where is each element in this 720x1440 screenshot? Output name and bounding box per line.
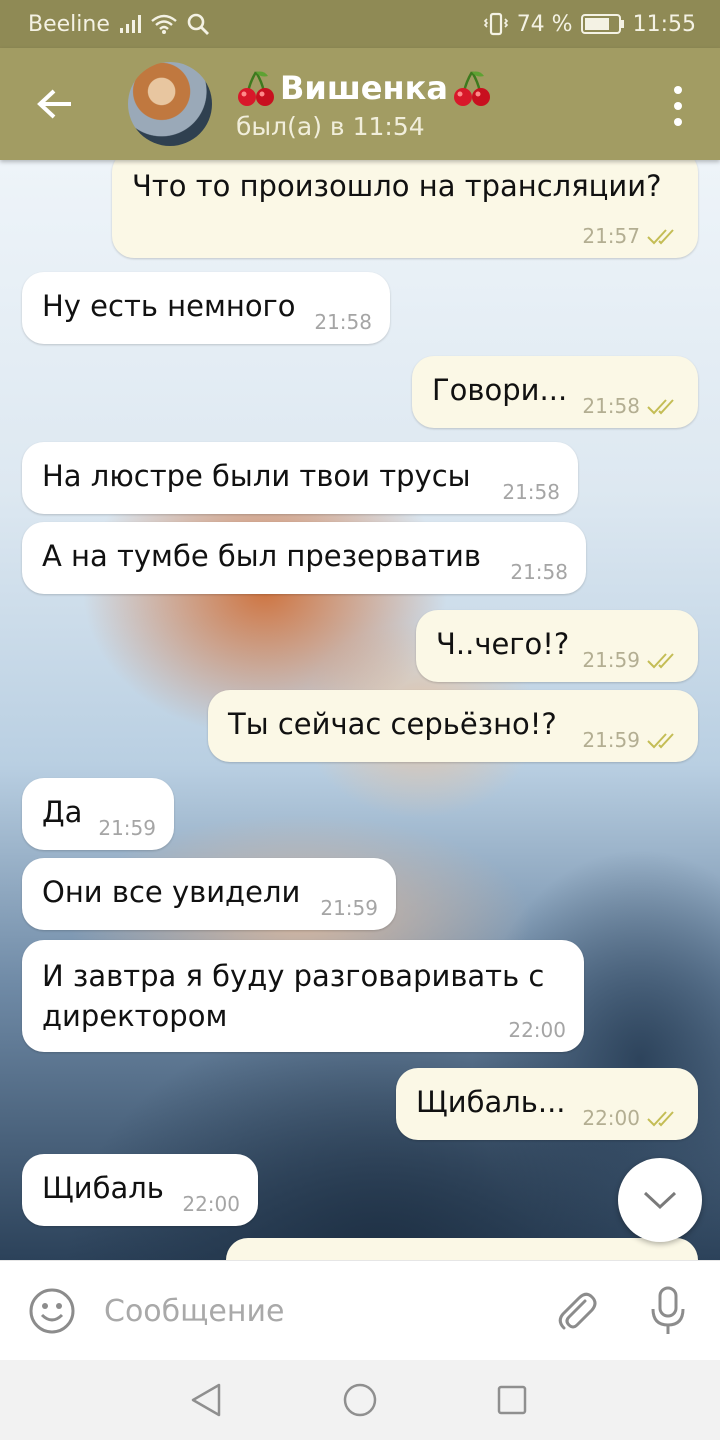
emoji-icon bbox=[29, 1288, 75, 1334]
message-bubble-incoming[interactable]: Щибаль 22:00 bbox=[22, 1154, 258, 1226]
message-bubble-incoming[interactable]: И завтра я буду разговаривать с директор… bbox=[22, 940, 584, 1052]
more-vertical-icon bbox=[674, 86, 682, 94]
message-text: Говори... bbox=[432, 373, 568, 407]
scroll-down-button[interactable] bbox=[618, 1158, 702, 1242]
header-text[interactable]: Вишенка был(а) в 11:54 bbox=[236, 68, 492, 141]
last-seen-status: был(а) в 11:54 bbox=[236, 111, 425, 141]
message-meta: 21:58 bbox=[510, 560, 568, 584]
chat-header: Вишенка был(а) в 11:54 bbox=[0, 48, 720, 160]
triangle-back-icon bbox=[191, 1383, 221, 1417]
message-bubble-incoming[interactable]: Ну есть немного 21:58 bbox=[22, 272, 390, 344]
chat-name: Вишенка bbox=[280, 68, 448, 107]
message-time: 22:00 bbox=[508, 1018, 566, 1042]
vibrate-icon bbox=[483, 12, 509, 36]
more-menu-button[interactable] bbox=[666, 86, 690, 126]
message-text: Они все увидели bbox=[42, 875, 301, 909]
message-meta: 21:58 bbox=[314, 310, 372, 334]
more-dot bbox=[674, 118, 682, 126]
message-bubble-outgoing[interactable]: Что то произошло на трансляции? 21:57 bbox=[112, 160, 698, 258]
cherries-icon bbox=[238, 70, 274, 106]
circle-home-icon bbox=[343, 1383, 377, 1417]
message-time: 21:59 bbox=[98, 816, 156, 840]
voice-message-button[interactable] bbox=[648, 1285, 688, 1341]
message-bubble-outgoing[interactable]: Ты сейчас серьёзно!? 21:59 bbox=[208, 690, 698, 762]
message-meta: 21:59 bbox=[582, 648, 680, 672]
message-text: Ч..чего!? bbox=[436, 627, 570, 661]
message-text: Да bbox=[42, 795, 83, 829]
attach-button[interactable] bbox=[552, 1287, 600, 1339]
message-time: 21:58 bbox=[502, 480, 560, 504]
message-time: 21:59 bbox=[320, 896, 378, 920]
message-time: 21:57 bbox=[582, 224, 640, 248]
message-meta: 22:00 bbox=[182, 1192, 240, 1216]
double-check-icon bbox=[647, 1111, 674, 1127]
message-text: А на тумбе был презерватив bbox=[42, 539, 481, 573]
message-bubble-outgoing[interactable]: Щибаль... 22:00 bbox=[396, 1068, 698, 1140]
message-bubble-incoming[interactable]: Да 21:59 bbox=[22, 778, 174, 850]
back-button[interactable] bbox=[0, 48, 110, 160]
message-meta: 21:59 bbox=[582, 728, 680, 752]
chat-area[interactable]: Что то произошло на трансляции? 21:57 Ну… bbox=[0, 160, 720, 1260]
message-time: 22:00 bbox=[182, 1192, 240, 1216]
message-meta: 21:59 bbox=[320, 896, 378, 920]
message-text: И завтра я буду разговаривать с директор… bbox=[42, 959, 545, 1033]
message-time: 21:59 bbox=[582, 728, 640, 752]
carrier-label: Beeline bbox=[28, 11, 110, 37]
battery-icon bbox=[580, 13, 625, 35]
nav-back-button[interactable] bbox=[186, 1380, 226, 1420]
double-check-icon bbox=[647, 229, 674, 245]
avatar[interactable] bbox=[128, 62, 212, 146]
cherries-icon bbox=[453, 70, 490, 106]
message-time: 21:59 bbox=[582, 648, 640, 672]
message-time: 22:00 bbox=[582, 1106, 640, 1130]
battery-percent: 74 % bbox=[516, 11, 573, 37]
message-time: 21:58 bbox=[314, 310, 372, 334]
signal-icon bbox=[118, 13, 142, 35]
nav-recents-button[interactable] bbox=[492, 1380, 532, 1420]
message-meta: 22:00 bbox=[508, 1018, 566, 1042]
status-left: Beeline bbox=[28, 12, 210, 37]
chevron-down-icon bbox=[643, 1191, 677, 1210]
message-text: На люстре были твои трусы bbox=[42, 459, 471, 493]
message-meta: 21:58 bbox=[502, 480, 560, 504]
message-time: 21:58 bbox=[582, 394, 640, 418]
message-meta: 22:00 bbox=[582, 1106, 680, 1130]
emoji-button[interactable] bbox=[28, 1287, 76, 1339]
double-check-icon bbox=[647, 733, 674, 749]
message-text: Ты сейчас серьёзно!? bbox=[228, 707, 557, 741]
message-input[interactable] bbox=[104, 1291, 524, 1331]
message-text: Что то произошло на трансляции? bbox=[132, 169, 662, 203]
message-bubble-outgoing-partial[interactable] bbox=[226, 1238, 698, 1260]
message-composer bbox=[0, 1260, 720, 1360]
wifi-icon bbox=[150, 13, 178, 35]
double-check-icon bbox=[647, 653, 674, 669]
clock: 11:55 bbox=[632, 11, 696, 37]
more-dot bbox=[674, 102, 682, 110]
microphone-icon bbox=[651, 1286, 685, 1334]
message-bubble-incoming[interactable]: Они все увидели 21:59 bbox=[22, 858, 396, 930]
message-meta: 21:58 bbox=[582, 394, 680, 418]
message-text: Ну есть немного bbox=[42, 289, 296, 323]
message-time: 21:58 bbox=[510, 560, 568, 584]
system-nav-bar bbox=[0, 1360, 720, 1440]
message-text: Щибаль... bbox=[416, 1085, 566, 1119]
status-bar: Beeline 74 % 11:55 bbox=[0, 0, 720, 48]
message-meta: 21:57 bbox=[582, 224, 680, 248]
chat-title: Вишенка bbox=[236, 68, 492, 108]
nav-home-button[interactable] bbox=[340, 1380, 380, 1420]
message-bubble-incoming[interactable]: А на тумбе был презерватив 21:58 bbox=[22, 522, 586, 594]
message-text: Щибаль bbox=[42, 1171, 164, 1205]
double-check-icon bbox=[647, 399, 674, 415]
paperclip-icon bbox=[558, 1292, 597, 1330]
search-icon bbox=[186, 12, 210, 36]
status-right: 74 % 11:55 bbox=[483, 12, 696, 37]
message-bubble-outgoing[interactable]: Ч..чего!? 21:59 bbox=[416, 610, 698, 682]
square-recents-icon bbox=[497, 1385, 527, 1415]
message-meta: 21:59 bbox=[98, 816, 156, 840]
message-bubble-outgoing[interactable]: Говори... 21:58 bbox=[412, 356, 698, 428]
arrow-left-icon bbox=[37, 89, 71, 119]
message-bubble-incoming[interactable]: На люстре были твои трусы 21:58 bbox=[22, 442, 578, 514]
